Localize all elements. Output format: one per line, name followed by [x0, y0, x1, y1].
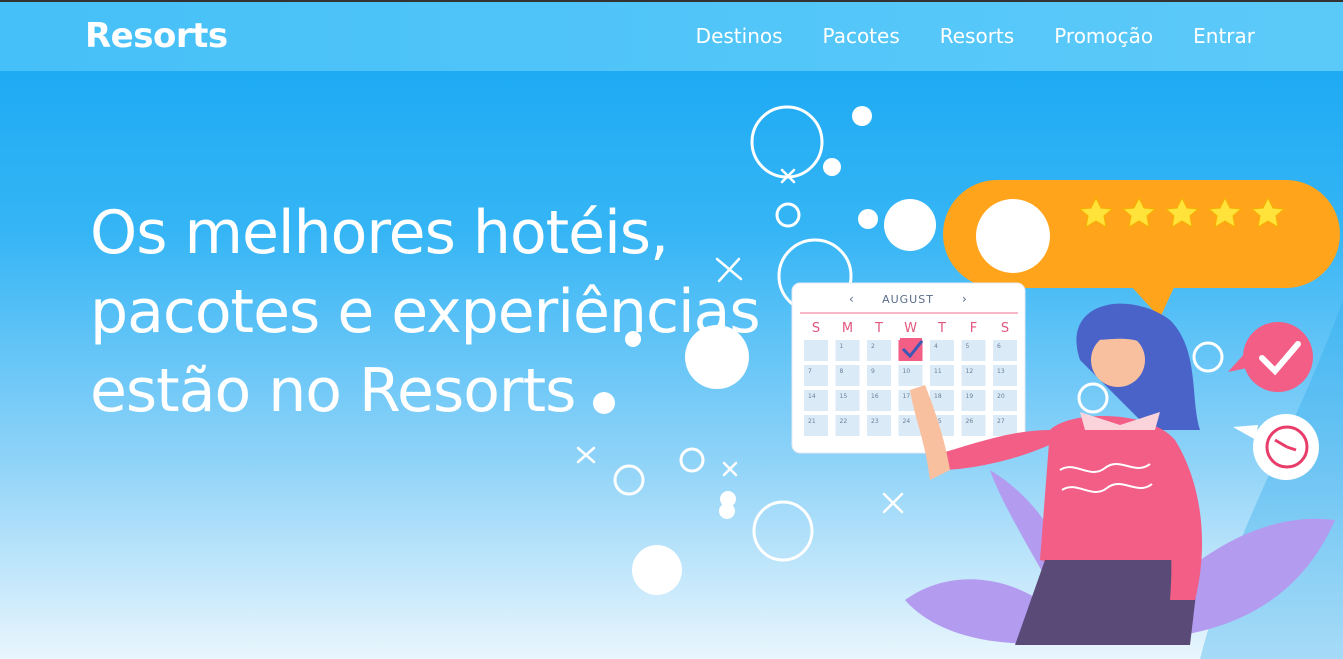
nav-link-resorts[interactable]: Resorts [940, 24, 1014, 48]
calendar-day-number: 17 [903, 393, 911, 400]
calendar-day-number: 2 [871, 343, 875, 350]
calendar-weekday: W [904, 321, 917, 336]
calendar-day-number: 13 [997, 368, 1005, 375]
calendar-day-number: 10 [903, 368, 911, 375]
hero-title-line: estão no Resorts [90, 356, 576, 426]
calendar-weekday: S [1001, 321, 1009, 336]
check-bubble [1228, 322, 1313, 392]
main-nav: Destinos Pacotes Resorts Promoção Entrar [696, 24, 1255, 48]
site-logo[interactable]: Resorts [85, 16, 228, 56]
calendar-weekday: T [937, 321, 946, 336]
calendar-day-number: 27 [997, 418, 1005, 425]
calendar-day-number: 16 [871, 393, 879, 400]
calendar-weekday: T [874, 321, 883, 336]
nav-link-pacotes[interactable]: Pacotes [823, 24, 900, 48]
svg-text:›: › [962, 292, 967, 306]
hero-title-line: pacotes e experiências [90, 277, 761, 347]
calendar-day-number: 24 [903, 418, 911, 425]
site-header: Resorts Destinos Pacotes Resorts Promoçã… [0, 2, 1343, 71]
hero-title-line: Os melhores hotéis, [90, 198, 669, 268]
nav-link-destinos[interactable]: Destinos [696, 24, 783, 48]
calendar-day-number: 20 [997, 393, 1005, 400]
calendar-weekday: F [970, 321, 977, 336]
calendar-day-number: 18 [934, 393, 942, 400]
calendar-day-number: 5 [966, 343, 970, 350]
nav-link-entrar[interactable]: Entrar [1193, 24, 1255, 48]
clock-bubble [1233, 414, 1319, 480]
hero-title: Os melhores hotéis, pacotes e experiênci… [90, 194, 850, 431]
calendar-month: AUGUST [882, 293, 934, 306]
calendar-day-number: 23 [871, 418, 879, 425]
calendar-day-number: 9 [871, 368, 875, 375]
calendar-day-number: 26 [966, 418, 974, 425]
nav-link-promocao[interactable]: Promoção [1054, 24, 1153, 48]
calendar-day-number: 6 [997, 343, 1001, 350]
calendar-day-number: 19 [966, 393, 974, 400]
calendar-day-number: 11 [934, 368, 942, 375]
calendar-day-number: 4 [934, 343, 938, 350]
calendar-day-number: 12 [966, 368, 974, 375]
